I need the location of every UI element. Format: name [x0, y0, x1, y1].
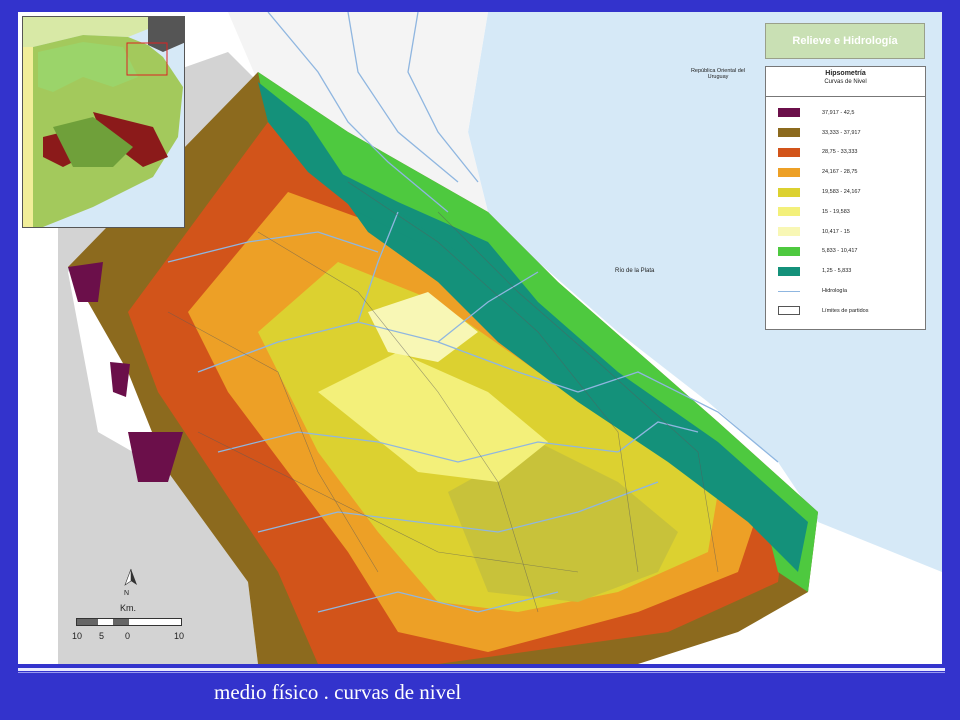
- legend-swatch: [778, 207, 800, 217]
- legend-item: 15 - 19,583: [766, 202, 925, 222]
- elev-highest-1: [68, 262, 103, 302]
- north-arrow-icon: [124, 568, 137, 586]
- legend-item: Límites de partidos: [766, 301, 925, 321]
- legend-swatch: [778, 187, 800, 197]
- legend-label: 28,75 - 33,333: [822, 149, 858, 156]
- legend-swatch: [778, 128, 800, 138]
- legend-hydrology-line: [778, 290, 800, 292]
- legend-label: 24,167 - 28,75: [822, 169, 858, 176]
- legend-label: Límites de partidos: [822, 307, 869, 314]
- scale-segment: [128, 619, 181, 625]
- legend-item: 19,583 - 24,167: [766, 182, 925, 202]
- scale-segment: [113, 619, 129, 625]
- legend-swatch: [778, 246, 800, 256]
- legend-boundary-swatch: [778, 306, 800, 316]
- legend-swatch: [778, 266, 800, 276]
- legend-label: 1,25 - 5,833: [822, 268, 852, 275]
- legend-label: 19,583 - 24,167: [822, 189, 861, 196]
- legend-label: 37,917 - 42,5: [822, 109, 855, 116]
- legend-items: 37,917 - 42,5 33,333 - 37,917 28,75 - 33…: [766, 97, 925, 321]
- legend-label: 10,417 - 15: [822, 228, 850, 235]
- legend-item: 33,333 - 37,917: [766, 123, 925, 143]
- legend-label: 15 - 19,583: [822, 208, 850, 215]
- legend-swatch: [778, 167, 800, 177]
- north-label: N: [124, 590, 130, 597]
- scale-segment: [97, 619, 114, 625]
- scale-segment: [77, 619, 98, 625]
- scale-tick: 5: [99, 631, 105, 641]
- legend-subtitle: Curvas de Nivel: [824, 79, 867, 85]
- legend-label: 5,833 - 10,417: [822, 248, 858, 255]
- bottom-rule-thin: [18, 672, 945, 673]
- legend-label: 33,333 - 37,917: [822, 129, 861, 136]
- inset-svg: [23, 17, 184, 227]
- map-frame: República Oriental del Uruguay Río de la…: [18, 12, 942, 664]
- map-title: Relieve e Hidrología: [765, 23, 925, 59]
- legend-item: Hidrología: [766, 281, 925, 301]
- river-plata-label: Río de la Plata: [615, 268, 655, 274]
- uruguay-label: República Oriental del Uruguay: [690, 68, 746, 80]
- bottom-rule: [18, 668, 945, 671]
- slide-caption: medio físico . curvas de nivel: [214, 680, 462, 704]
- legend-label: Hidrología: [822, 288, 848, 295]
- legend-item: 1,25 - 5,833: [766, 261, 925, 281]
- scale-tick: 0: [125, 631, 131, 641]
- scale-tick: 10: [174, 631, 185, 641]
- legend-title: Hipsometría: [825, 70, 866, 77]
- legend-item: 24,167 - 28,75: [766, 162, 925, 182]
- legend-item: 5,833 - 10,417: [766, 242, 925, 262]
- legend-item: 10,417 - 15: [766, 222, 925, 242]
- scale-unit: Km.: [120, 603, 137, 613]
- locator-inset-map: [22, 16, 185, 228]
- legend-item: 37,917 - 42,5: [766, 103, 925, 123]
- legend-item: 28,75 - 33,333: [766, 143, 925, 163]
- scale-tick: 10: [72, 631, 83, 641]
- inset-west-province: [23, 47, 33, 227]
- legend-swatch: [778, 108, 800, 118]
- elev-highest-3: [110, 362, 130, 397]
- legend-swatch: [778, 147, 800, 157]
- legend-swatch: [778, 227, 800, 237]
- scale-bar: [76, 618, 182, 626]
- legend-header: Hipsometría Curvas de Nivel: [766, 67, 925, 97]
- legend: Hipsometría Curvas de Nivel 37,917 - 42,…: [765, 66, 926, 330]
